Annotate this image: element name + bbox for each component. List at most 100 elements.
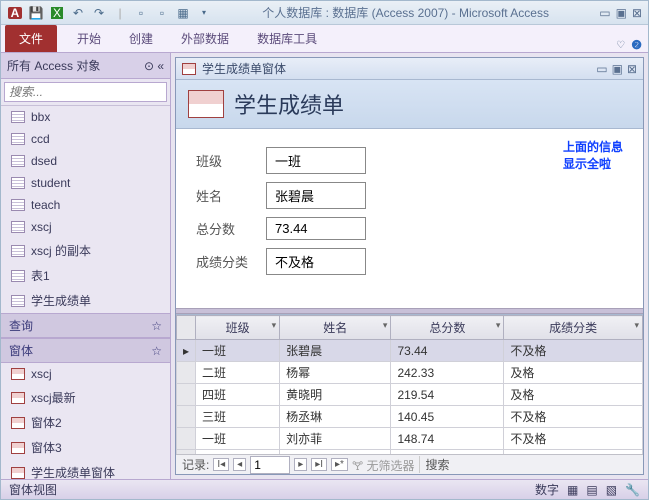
cell[interactable]: 不及格 bbox=[504, 428, 643, 450]
cell[interactable]: 四班 bbox=[196, 384, 280, 406]
form-header: 学生成绩单 bbox=[176, 80, 643, 129]
tab-file[interactable]: 文件 bbox=[5, 25, 57, 52]
redo-icon[interactable]: ↷ bbox=[91, 5, 107, 21]
access-logo-icon: A bbox=[7, 5, 23, 21]
nav-cat-query[interactable]: 查询☆ bbox=[1, 313, 170, 338]
cell[interactable]: 242.33 bbox=[391, 362, 504, 384]
view-form-icon[interactable]: ▦ bbox=[567, 483, 578, 497]
nav-table-item[interactable]: dsed bbox=[1, 150, 170, 172]
nav-cat-form[interactable]: 窗体☆ bbox=[1, 338, 170, 363]
sub-min-icon[interactable]: ▭ bbox=[596, 62, 607, 76]
prev-record-button[interactable]: ◂ bbox=[233, 458, 246, 471]
nav-form-item[interactable]: xscj最新 bbox=[1, 385, 170, 410]
dropdown-icon[interactable]: ▾ bbox=[634, 320, 639, 331]
table-row[interactable]: 二班杨幂242.33及格 bbox=[177, 362, 643, 384]
class-field[interactable]: 一班 bbox=[266, 147, 366, 174]
search-label[interactable]: 搜索 bbox=[419, 456, 450, 473]
qat-icon[interactable]: ▫ bbox=[133, 5, 149, 21]
nav-table-item[interactable]: student bbox=[1, 172, 170, 194]
sub-max-icon[interactable]: ▣ bbox=[612, 62, 623, 76]
cell[interactable]: 一班 bbox=[196, 340, 280, 362]
first-record-button[interactable]: I◂ bbox=[213, 458, 229, 471]
cat-field[interactable]: 不及格 bbox=[266, 248, 366, 275]
window-controls: ▭ ▣ ⊠ bbox=[599, 6, 642, 20]
cell[interactable]: 不及格 bbox=[504, 406, 643, 428]
tab-create[interactable]: 创建 bbox=[115, 25, 167, 52]
qat-icon2[interactable]: ▫ bbox=[154, 5, 170, 21]
cell[interactable]: 一班 bbox=[196, 428, 280, 450]
nav-form-item[interactable]: 窗体3 bbox=[1, 435, 170, 460]
nav-table-item[interactable]: 学生成绩单 bbox=[1, 288, 170, 313]
cell[interactable]: 140.45 bbox=[391, 406, 504, 428]
tab-home[interactable]: 开始 bbox=[63, 25, 115, 52]
cell[interactable]: 三班 bbox=[196, 406, 280, 428]
cell[interactable]: 73.44 bbox=[391, 340, 504, 362]
row-selector[interactable] bbox=[177, 428, 196, 450]
status-right: 数字 bbox=[535, 481, 559, 498]
cell[interactable]: 杨丞琳 bbox=[280, 406, 391, 428]
nav-search bbox=[1, 79, 170, 106]
nav-table-item[interactable]: xscj bbox=[1, 216, 170, 238]
close-icon[interactable]: ⊠ bbox=[632, 6, 642, 20]
nav-table-item[interactable]: xscj 的副本 bbox=[1, 238, 170, 263]
row-selector[interactable] bbox=[177, 384, 196, 406]
minimize-icon[interactable]: ▭ bbox=[599, 6, 610, 20]
cell[interactable]: 黄晓明 bbox=[280, 384, 391, 406]
nav-form-item[interactable]: 学生成绩单窗体 bbox=[1, 460, 170, 479]
cell[interactable]: 不及格 bbox=[504, 340, 643, 362]
cell[interactable]: 张碧晨 bbox=[280, 340, 391, 362]
tab-external[interactable]: 外部数据 bbox=[167, 25, 243, 52]
qat-dropdown-icon[interactable]: ▾ bbox=[196, 5, 212, 21]
dropdown-icon[interactable]: ▾ bbox=[272, 320, 277, 331]
new-record-button[interactable]: ▸* bbox=[331, 458, 348, 471]
cell[interactable]: 219.54 bbox=[391, 384, 504, 406]
dropdown-icon[interactable]: ▾ bbox=[496, 320, 501, 331]
score-field[interactable]: 73.44 bbox=[266, 217, 366, 240]
ribbon-min-icon[interactable]: ♡ bbox=[616, 40, 625, 51]
search-input[interactable] bbox=[4, 82, 167, 102]
tab-dbtools[interactable]: 数据库工具 bbox=[243, 25, 331, 52]
nav-form-item[interactable]: xscj bbox=[1, 363, 170, 385]
last-record-button[interactable]: ▸I bbox=[311, 458, 327, 471]
cell[interactable]: 二班 bbox=[196, 362, 280, 384]
next-record-button[interactable]: ▸ bbox=[294, 458, 307, 471]
excel-export-icon[interactable]: X bbox=[49, 5, 65, 21]
nav-table-item[interactable]: ccd bbox=[1, 128, 170, 150]
table-row[interactable]: 一班刘亦菲148.74不及格 bbox=[177, 428, 643, 450]
table-row[interactable]: 四班黄晓明219.54及格 bbox=[177, 384, 643, 406]
nav-header[interactable]: 所有 Access 对象 ⊙ « bbox=[1, 53, 170, 79]
row-selector-header[interactable] bbox=[177, 316, 196, 340]
sub-close-icon[interactable]: ⊠ bbox=[627, 62, 637, 76]
nav-collapse-icon[interactable]: ⊙ « bbox=[144, 59, 164, 73]
undo-icon[interactable]: ↶ bbox=[70, 5, 86, 21]
record-number-input[interactable] bbox=[250, 456, 290, 474]
cell[interactable]: 刘亦菲 bbox=[280, 428, 391, 450]
column-header[interactable]: 成绩分类▾ bbox=[504, 316, 643, 340]
view-ds-icon[interactable]: ▤ bbox=[586, 483, 597, 497]
column-header[interactable]: 姓名▾ bbox=[280, 316, 391, 340]
row-selector[interactable] bbox=[177, 362, 196, 384]
view-layout-icon[interactable]: ▧ bbox=[606, 483, 617, 497]
dropdown-icon[interactable]: ▾ bbox=[383, 320, 388, 331]
table-row[interactable]: 三班杨丞琳140.45不及格 bbox=[177, 406, 643, 428]
name-field[interactable]: 张碧晨 bbox=[266, 182, 366, 209]
column-header[interactable]: 班级▾ bbox=[196, 316, 280, 340]
nav-table-item[interactable]: 表1 bbox=[1, 263, 170, 288]
row-selector[interactable]: ▸ bbox=[177, 340, 196, 362]
maximize-icon[interactable]: ▣ bbox=[616, 6, 627, 20]
cell[interactable]: 148.74 bbox=[391, 428, 504, 450]
cell[interactable]: 杨幂 bbox=[280, 362, 391, 384]
view-design-icon[interactable]: 🔧 bbox=[625, 483, 640, 497]
nav-table-item[interactable]: bbx bbox=[1, 106, 170, 128]
table-icon[interactable]: ▦ bbox=[175, 5, 191, 21]
ribbon: 文件 开始 创建 外部数据 数据库工具 ♡ ❷ bbox=[1, 25, 648, 53]
cell[interactable]: 及格 bbox=[504, 362, 643, 384]
table-row[interactable]: ▸一班张碧晨73.44不及格 bbox=[177, 340, 643, 362]
help-icon[interactable]: ❷ bbox=[631, 38, 642, 52]
cell[interactable]: 及格 bbox=[504, 384, 643, 406]
nav-table-item[interactable]: teach bbox=[1, 194, 170, 216]
save-icon[interactable]: 💾 bbox=[28, 5, 44, 21]
row-selector[interactable] bbox=[177, 406, 196, 428]
column-header[interactable]: 总分数▾ bbox=[391, 316, 504, 340]
nav-form-item[interactable]: 窗体2 bbox=[1, 410, 170, 435]
